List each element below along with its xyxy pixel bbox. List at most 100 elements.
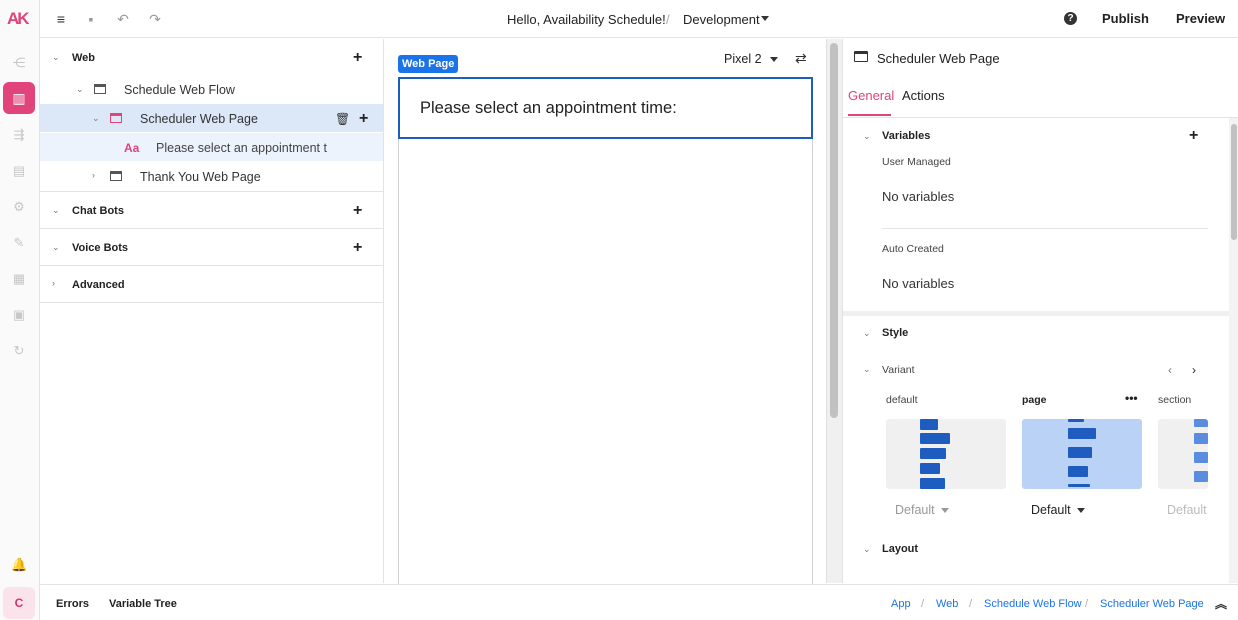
breadcrumb-page[interactable]: Scheduler Web Page (1100, 598, 1204, 610)
device-select[interactable]: Pixel 2 (724, 52, 762, 66)
scrollbar-thumb[interactable] (1231, 124, 1237, 240)
variant-card-default[interactable] (886, 419, 1006, 489)
web-page-badge[interactable]: Web Page (398, 55, 459, 73)
chevron-down-icon[interactable]: ⌄ (863, 364, 871, 375)
variant-card-section[interactable] (1158, 419, 1208, 489)
sync-icon[interactable]: ↻ (11, 343, 27, 359)
chevron-down-icon[interactable] (1077, 508, 1085, 513)
top-bar: ≡ ▪ ↶ ↷ Hello, Availability Schedule! / … (40, 0, 1238, 38)
builder-icon[interactable]: ▥ (3, 82, 35, 114)
variant-dropdown[interactable]: Default (1167, 503, 1207, 517)
chevron-right-icon[interactable]: › (1192, 363, 1196, 377)
settings-cog-icon[interactable]: ⚙ (11, 199, 27, 215)
variant-card-page[interactable] (1022, 419, 1142, 489)
project-tree: ⌄ Web + ⌄ Schedule Web Flow ⌄ Scheduler … (40, 39, 384, 583)
section-web[interactable]: Web (72, 52, 95, 64)
user-avatar[interactable]: C (3, 587, 35, 619)
properties-scrollbar[interactable] (1229, 118, 1238, 583)
breadcrumb-separator: / (1085, 598, 1089, 610)
rotate-icon[interactable]: ⇄ (795, 50, 807, 67)
breadcrumb-flow[interactable]: Schedule Web Flow (984, 598, 1082, 610)
chevron-down-icon[interactable]: ⌄ (52, 52, 60, 63)
flow-node-icon (94, 84, 106, 94)
breadcrumb-web[interactable]: Web (936, 598, 958, 610)
auto-created-empty: No variables (882, 276, 955, 291)
tab-general[interactable]: General (848, 88, 894, 103)
more-icon[interactable]: ••• (1125, 391, 1138, 405)
divider (40, 228, 383, 229)
scrollbar-thumb[interactable] (830, 43, 838, 418)
section-chat-bots[interactable]: Chat Bots (72, 205, 124, 217)
chevron-down-icon[interactable]: ⌄ (863, 544, 871, 555)
style-heading[interactable]: Style (882, 327, 908, 339)
page-canvas: Web Page Pixel 2 ⇄ Please select an appo… (385, 39, 842, 597)
properties-title: Scheduler Web Page (877, 51, 1000, 66)
brush-icon[interactable]: ✎ (11, 235, 27, 251)
tree-item-label: Scheduler Web Page (140, 112, 258, 126)
delete-icon[interactable]: 🗑 (335, 112, 350, 126)
environment-select[interactable]: Development (683, 12, 760, 27)
tree-item-schedule-web-flow[interactable]: Schedule Web Flow (124, 83, 235, 97)
chevron-down-icon[interactable]: ⌄ (863, 131, 871, 142)
app-logo: AK (7, 9, 30, 28)
canvas-scrollbar[interactable] (826, 39, 842, 583)
section-voice-bots[interactable]: Voice Bots (72, 242, 128, 254)
add-web-button[interactable]: + (353, 50, 362, 66)
chevron-down-icon[interactable]: ⌄ (76, 84, 84, 95)
variant-name: section (1158, 394, 1192, 406)
undo-icon[interactable]: ↶ (114, 10, 132, 28)
web-page-icon (110, 171, 122, 181)
text-component[interactable]: Please select an appointment time: (398, 77, 813, 139)
layout-heading[interactable]: Layout (882, 543, 918, 555)
add-chat-bot-button[interactable]: + (353, 203, 362, 219)
section-advanced[interactable]: Advanced (72, 279, 125, 291)
tab-variable-tree[interactable]: Variable Tree (109, 598, 177, 610)
add-voice-bot-button[interactable]: + (353, 240, 362, 256)
add-child-button[interactable]: + (359, 111, 368, 127)
save-icon[interactable]: ▪ (82, 10, 100, 28)
breadcrumb-app[interactable]: App (891, 598, 911, 610)
expand-panel-icon[interactable]: ︽ (1215, 595, 1227, 612)
calendar-icon[interactable]: ▦ (11, 271, 27, 287)
chevron-right-icon[interactable]: › (92, 170, 95, 180)
tab-actions[interactable]: Actions (902, 88, 945, 103)
text-component-content: Please select an appointment time: (420, 99, 677, 117)
divider (843, 117, 1238, 118)
chevron-down-icon[interactable]: ⌄ (52, 205, 60, 216)
media-icon[interactable]: ▤ (11, 163, 27, 179)
variant-dropdown[interactable]: Default (895, 503, 935, 517)
chevron-left-icon[interactable]: ‹ (1168, 363, 1172, 377)
tab-errors[interactable]: Errors (56, 598, 89, 610)
storage-icon[interactable]: ▣ (11, 307, 27, 323)
title-separator: / (666, 12, 670, 27)
menu-icon[interactable]: ≡ (52, 10, 70, 28)
tree-item-label: Please select an appointment t (156, 141, 327, 155)
preview-button[interactable]: Preview (1176, 11, 1225, 26)
variables-heading[interactable]: Variables (882, 130, 930, 142)
user-managed-label: User Managed (882, 156, 951, 168)
publish-button[interactable]: Publish (1102, 11, 1149, 26)
share-icon[interactable]: ⋲ (11, 55, 27, 71)
bottom-bar: Errors Variable Tree App / Web / Schedul… (40, 584, 1238, 620)
chevron-down-icon[interactable] (941, 508, 949, 513)
chevron-right-icon[interactable]: › (52, 278, 55, 288)
variant-dropdown[interactable]: Default (1031, 503, 1071, 517)
add-variable-button[interactable]: + (1189, 128, 1198, 144)
tree-item-thank-you-web-page[interactable]: Thank You Web Page (140, 170, 261, 184)
help-icon[interactable]: ? (1064, 12, 1077, 25)
web-page-icon (110, 113, 122, 123)
chevron-down-icon[interactable]: ⌄ (863, 328, 871, 339)
chevron-down-icon[interactable]: ⌄ (52, 242, 60, 253)
variant-name: page (1022, 394, 1047, 406)
flow-icon[interactable]: ⇶ (11, 127, 27, 143)
chevron-down-icon[interactable] (761, 16, 769, 21)
chevron-down-icon[interactable] (770, 57, 778, 62)
bell-icon[interactable]: 🔔 (11, 557, 27, 573)
chevron-down-icon[interactable]: ⌄ (92, 113, 100, 124)
divider (882, 228, 1208, 229)
auto-created-label: Auto Created (882, 243, 944, 255)
user-managed-empty: No variables (882, 189, 955, 204)
redo-icon[interactable]: ↷ (146, 10, 164, 28)
divider (40, 302, 383, 303)
breadcrumb-separator: / (969, 598, 973, 610)
